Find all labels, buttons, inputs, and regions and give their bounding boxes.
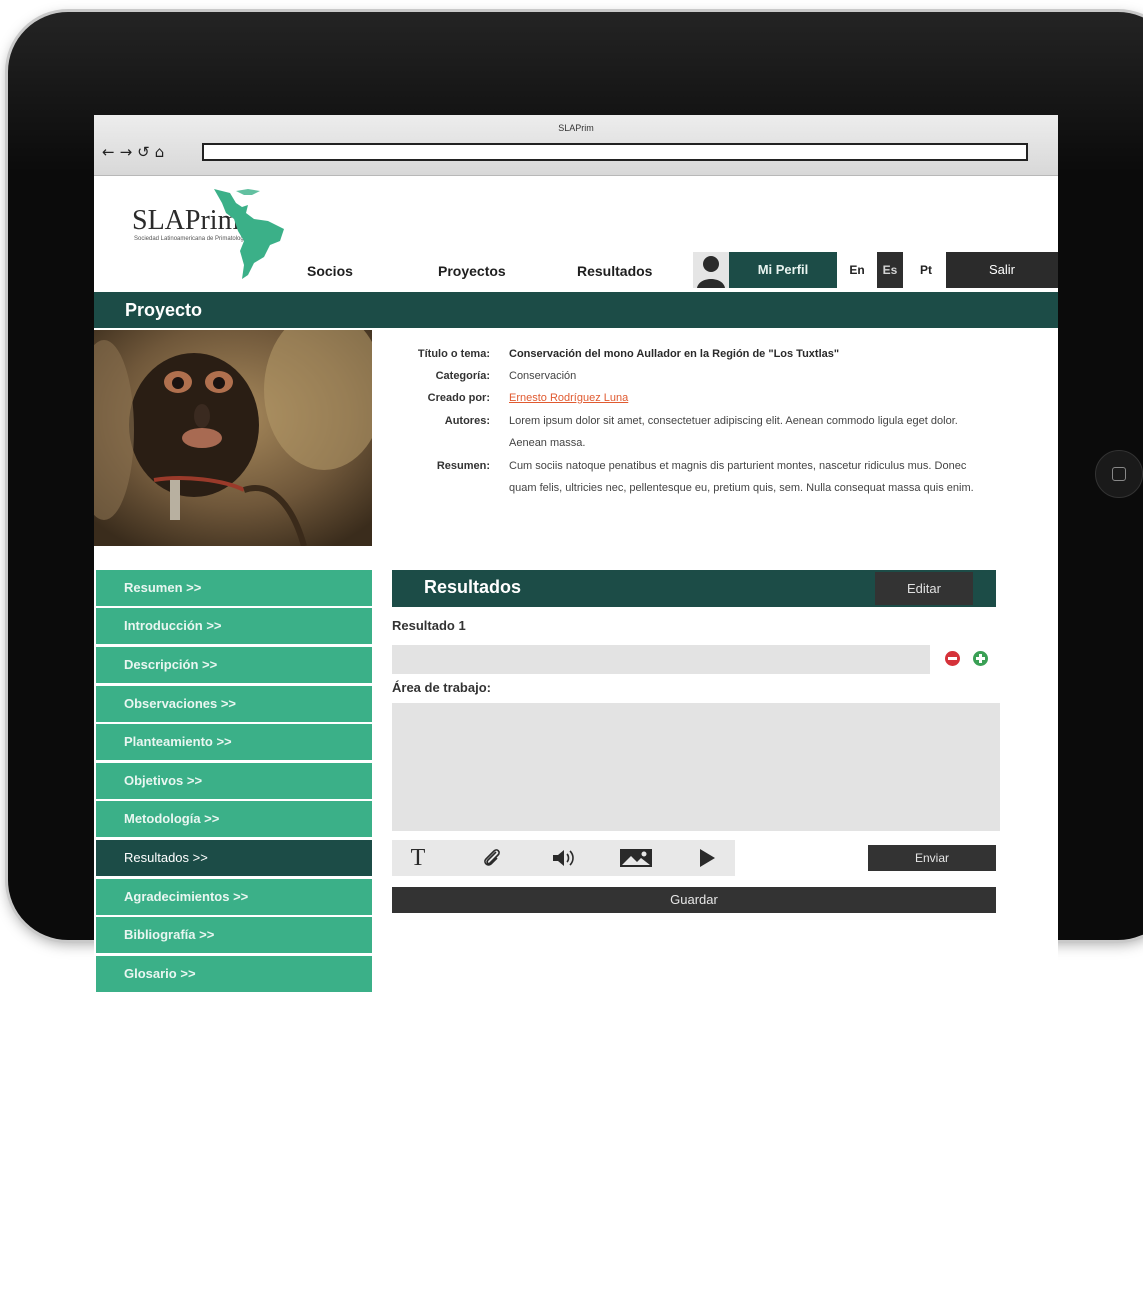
- profile-button[interactable]: Mi Perfil: [729, 252, 837, 288]
- user-avatar[interactable]: [693, 252, 729, 288]
- category-label: Categoría:: [435, 370, 490, 382]
- result-label: Resultado 1: [392, 618, 466, 633]
- sidebar-item-bibliografia[interactable]: Bibliografía >>: [96, 917, 372, 953]
- language-es[interactable]: Es: [877, 252, 903, 288]
- work-area-textarea[interactable]: [392, 703, 1000, 831]
- forward-icon[interactable]: →: [120, 143, 138, 161]
- back-icon[interactable]: ←: [102, 143, 120, 161]
- result-input[interactable]: [392, 645, 930, 674]
- send-button[interactable]: Enviar: [868, 845, 996, 871]
- sidebar-item-glosario[interactable]: Glosario >>: [96, 956, 372, 992]
- project-summary: Cum sociis natoque penatibus et magnis d…: [509, 460, 974, 494]
- summary-label: Resumen:: [436, 460, 490, 472]
- monkey-photo-image: [94, 330, 372, 546]
- user-silhouette-icon: [697, 256, 725, 288]
- sidebar-item-objetivos[interactable]: Objetivos >>: [96, 763, 372, 799]
- sidebar-item-resultados[interactable]: Resultados >>: [96, 840, 372, 876]
- picture-glyph: [620, 848, 652, 867]
- text-icon[interactable]: T: [404, 840, 432, 876]
- sidebar-item-resumen[interactable]: Resumen >>: [96, 570, 372, 606]
- tablet-home-button[interactable]: [1095, 450, 1143, 498]
- title-label: Título o tema:: [417, 348, 490, 360]
- video-play-icon[interactable]: [694, 840, 720, 876]
- logout-button[interactable]: Salir: [946, 252, 1058, 288]
- reload-icon[interactable]: ↺: [137, 143, 155, 161]
- results-title: Resultados: [424, 577, 522, 597]
- audio-icon[interactable]: [549, 840, 579, 876]
- window-title: SLAPrim: [558, 123, 594, 133]
- language-en[interactable]: En: [844, 252, 870, 288]
- language-pt[interactable]: Pt: [913, 252, 939, 288]
- home-square-icon: [1112, 467, 1126, 481]
- nav-socios[interactable]: Socios: [307, 263, 353, 279]
- remove-result-icon[interactable]: [945, 651, 960, 666]
- sidebar-item-planteamiento[interactable]: Planteamiento >>: [96, 724, 372, 760]
- authors-label: Autores:: [444, 415, 490, 427]
- add-result-icon[interactable]: [973, 651, 988, 666]
- sidebar-item-agradecimientos[interactable]: Agradecimientos >>: [96, 879, 372, 915]
- work-area-label: Área de trabajo:: [392, 680, 491, 695]
- section-title: Proyecto: [125, 300, 203, 320]
- project-category: Conservación: [509, 370, 577, 382]
- created-by-label: Creado por:: [427, 392, 490, 404]
- nav-resultados[interactable]: Resultados: [577, 263, 652, 279]
- project-authors: Lorem ipsum dolor sit amet, consectetuer…: [509, 415, 958, 449]
- sidebar-item-introduccion[interactable]: Introducción >>: [96, 608, 372, 644]
- paperclip-glyph: [484, 848, 500, 866]
- attachment-icon[interactable]: [478, 840, 506, 876]
- edit-button[interactable]: Editar: [875, 572, 973, 605]
- play-glyph: [700, 848, 715, 867]
- latin-america-map-icon: [214, 189, 284, 279]
- section-header-bar: [94, 292, 1058, 328]
- sidebar-item-metodologia[interactable]: Metodología >>: [96, 801, 372, 837]
- sidebar-item-observaciones[interactable]: Observaciones >>: [96, 686, 372, 722]
- image-icon[interactable]: [618, 840, 654, 876]
- home-icon[interactable]: ⌂: [155, 143, 170, 161]
- creator-link[interactable]: Ernesto Rodríguez Luna: [509, 387, 979, 409]
- project-photo: [94, 330, 372, 546]
- address-bar[interactable]: [202, 143, 1028, 161]
- browser-nav: ←→↺⌂: [102, 143, 169, 161]
- browser-toolbar: SLAPrim ←→↺⌂: [94, 115, 1058, 176]
- sidebar-item-descripcion[interactable]: Descripción >>: [96, 647, 372, 683]
- project-title: Conservación del mono Aullador en la Reg…: [509, 348, 840, 360]
- speaker-glyph: [553, 849, 574, 866]
- screen: SLAPrim ←→↺⌂ SLAPrim Sociedad Latinoamer…: [94, 115, 1058, 1296]
- save-button[interactable]: Guardar: [392, 887, 996, 913]
- nav-proyectos[interactable]: Proyectos: [438, 263, 506, 279]
